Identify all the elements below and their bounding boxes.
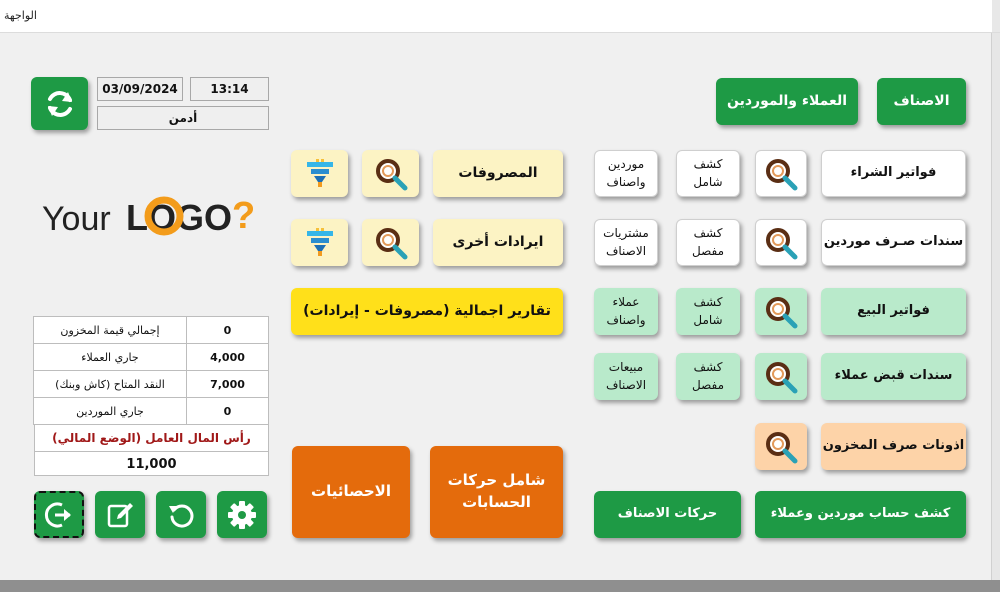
user-field: أدمن [97, 106, 269, 130]
supplier-detailed-statement-button[interactable]: كشف مفصل [676, 219, 740, 266]
funnel-filter-icon [306, 158, 333, 187]
suppliers-items-button[interactable]: موردين واصناف [594, 150, 658, 197]
purchase-summary-label-line2: شامل [693, 174, 723, 189]
magnifier-icon [766, 361, 798, 393]
account-statement-button[interactable]: كشف حساب موردين وعملاء [755, 491, 966, 538]
title-bar-edge [992, 0, 1000, 32]
time-field: 13:14 [190, 77, 269, 101]
edit-icon [107, 502, 133, 527]
exit-button[interactable] [34, 491, 84, 538]
items-sales-label-line2: الاصناف [605, 377, 647, 392]
gear-icon [228, 500, 256, 529]
other-income-button[interactable]: ايرادات أخرى [433, 219, 563, 266]
window-title: الواجهة [4, 9, 37, 22]
accounts-movements-label-line1: شامل حركات [447, 471, 546, 490]
item-movements-button[interactable]: حركات الاصناف [594, 491, 741, 538]
settings-button[interactable] [217, 491, 267, 538]
company-logo: Your LOGO ? [40, 178, 260, 248]
stat-value: 0 [186, 316, 269, 344]
sales-invoices-button[interactable]: فواتير البيع [821, 288, 966, 335]
supplier-detail-label-line2: مفصل [692, 243, 724, 258]
purchase-summary-statement-button[interactable]: كشف شامل [676, 150, 740, 197]
supplier-payment-search-button[interactable] [755, 219, 807, 266]
stat-value: 7,000 [186, 370, 269, 398]
expenses-filter-button[interactable] [291, 150, 348, 197]
customers-suppliers-button[interactable]: العملاء والموردين [716, 78, 858, 125]
customer-detail-label-line2: مفصل [692, 377, 724, 392]
table-row: إجمالي قيمة المخزون 0 [33, 316, 269, 344]
purchase-search-button[interactable] [755, 150, 807, 197]
vertical-scrollbar[interactable] [991, 33, 1000, 580]
items-sales-button[interactable]: مبيعات الاصناف [594, 353, 658, 400]
other-income-search-button[interactable] [362, 219, 419, 266]
refresh-arrows-icon [47, 90, 72, 117]
sales-summary-statement-button[interactable]: كشف شامل [676, 288, 740, 335]
expenses-search-button[interactable] [362, 150, 419, 197]
table-row: النقد المتاح (كاش وبنك) 7,000 [33, 370, 269, 398]
magnifier-icon [766, 431, 798, 463]
magnifier-icon [766, 227, 798, 259]
customer-receipt-vouchers-button[interactable]: سندات قبض عملاء [821, 353, 966, 400]
expenses-button[interactable]: المصروفات [433, 150, 563, 197]
items-sales-label-line1: مبيعات [608, 360, 644, 375]
table-row: جاري العملاء 4,000 [33, 343, 269, 371]
supplier-payment-vouchers-button[interactable]: سندات صـرف موردين [821, 219, 966, 266]
refresh-button[interactable] [31, 77, 88, 130]
stock-issue-vouchers-button[interactable]: اذونات صرف المخزون [821, 423, 966, 470]
suppliers-items-label-line1: موردين [607, 157, 645, 172]
items-button[interactable]: الاصناف [877, 78, 966, 125]
logo-text-q: ? [232, 195, 255, 237]
purchase-summary-label-line1: كشف [693, 157, 723, 172]
sales-summary-label-line2: شامل [693, 312, 723, 327]
items-purchases-button[interactable]: مشتريات الاصناف [594, 219, 658, 266]
edit-button[interactable] [95, 491, 145, 538]
main-window: الواجهة 03/09/2024 13:14 أدمن Your LOGO … [0, 0, 1000, 580]
stat-label: إجمالي قيمة المخزون [33, 316, 187, 344]
accounts-movements-button[interactable]: شامل حركات الحسابات [430, 446, 563, 538]
stat-value: 0 [186, 397, 269, 425]
table-row: جاري الموردين 0 [33, 397, 269, 425]
suppliers-items-label-line2: واصناف [606, 174, 646, 189]
stat-label: جاري العملاء [33, 343, 187, 371]
stat-value: 4,000 [186, 343, 269, 371]
reset-button[interactable] [156, 491, 206, 538]
magnifier-icon [766, 158, 798, 190]
taskbar-strip [0, 580, 1000, 592]
logo-text-your: Your [42, 200, 111, 238]
statistics-button[interactable]: الاحصائيات [292, 446, 410, 538]
purchase-invoices-button[interactable]: فواتير الشراء [821, 150, 966, 197]
customer-receipt-search-button[interactable] [755, 353, 807, 400]
customers-items-label-line1: عملاء [612, 295, 640, 310]
funnel-filter-icon [306, 227, 333, 256]
stats-table: إجمالي قيمة المخزون 0 جاري العملاء 4,000… [33, 316, 269, 425]
stock-issue-search-button[interactable] [755, 423, 807, 470]
customers-items-label-line2: واصناف [606, 312, 646, 327]
items-purchases-label-line2: الاصناف [605, 243, 647, 258]
stat-label: جاري الموردين [33, 397, 187, 425]
accounts-movements-label-line2: الحسابات [462, 493, 531, 511]
customers-items-button[interactable]: عملاء واصناف [594, 288, 658, 335]
working-capital-value: 11,000 [126, 457, 177, 472]
exit-icon [44, 502, 71, 527]
items-purchases-label-line1: مشتريات [603, 226, 649, 241]
title-bar: الواجهة [0, 0, 1000, 33]
working-capital-label: رأس المال العامل (الوضع المالي) [35, 425, 268, 452]
magnifier-icon [375, 158, 407, 190]
sales-search-button[interactable] [755, 288, 807, 335]
supplier-detail-label-line1: كشف [693, 226, 723, 241]
customer-detail-label-line1: كشف [693, 360, 723, 375]
other-income-filter-button[interactable] [291, 219, 348, 266]
stat-label: النقد المتاح (كاش وبنك) [33, 370, 187, 398]
working-capital-box: رأس المال العامل (الوضع المالي) 11,000 [34, 424, 269, 476]
date-field: 03/09/2024 [97, 77, 183, 101]
customer-detailed-statement-button[interactable]: كشف مفصل [676, 353, 740, 400]
summary-reports-button[interactable]: تقارير اجمالية (مصروفات - إيرادات) [291, 288, 563, 335]
magnifier-icon [766, 296, 798, 328]
reset-icon [169, 504, 194, 528]
sales-summary-label-line1: كشف [693, 295, 723, 310]
magnifier-icon [375, 227, 407, 259]
